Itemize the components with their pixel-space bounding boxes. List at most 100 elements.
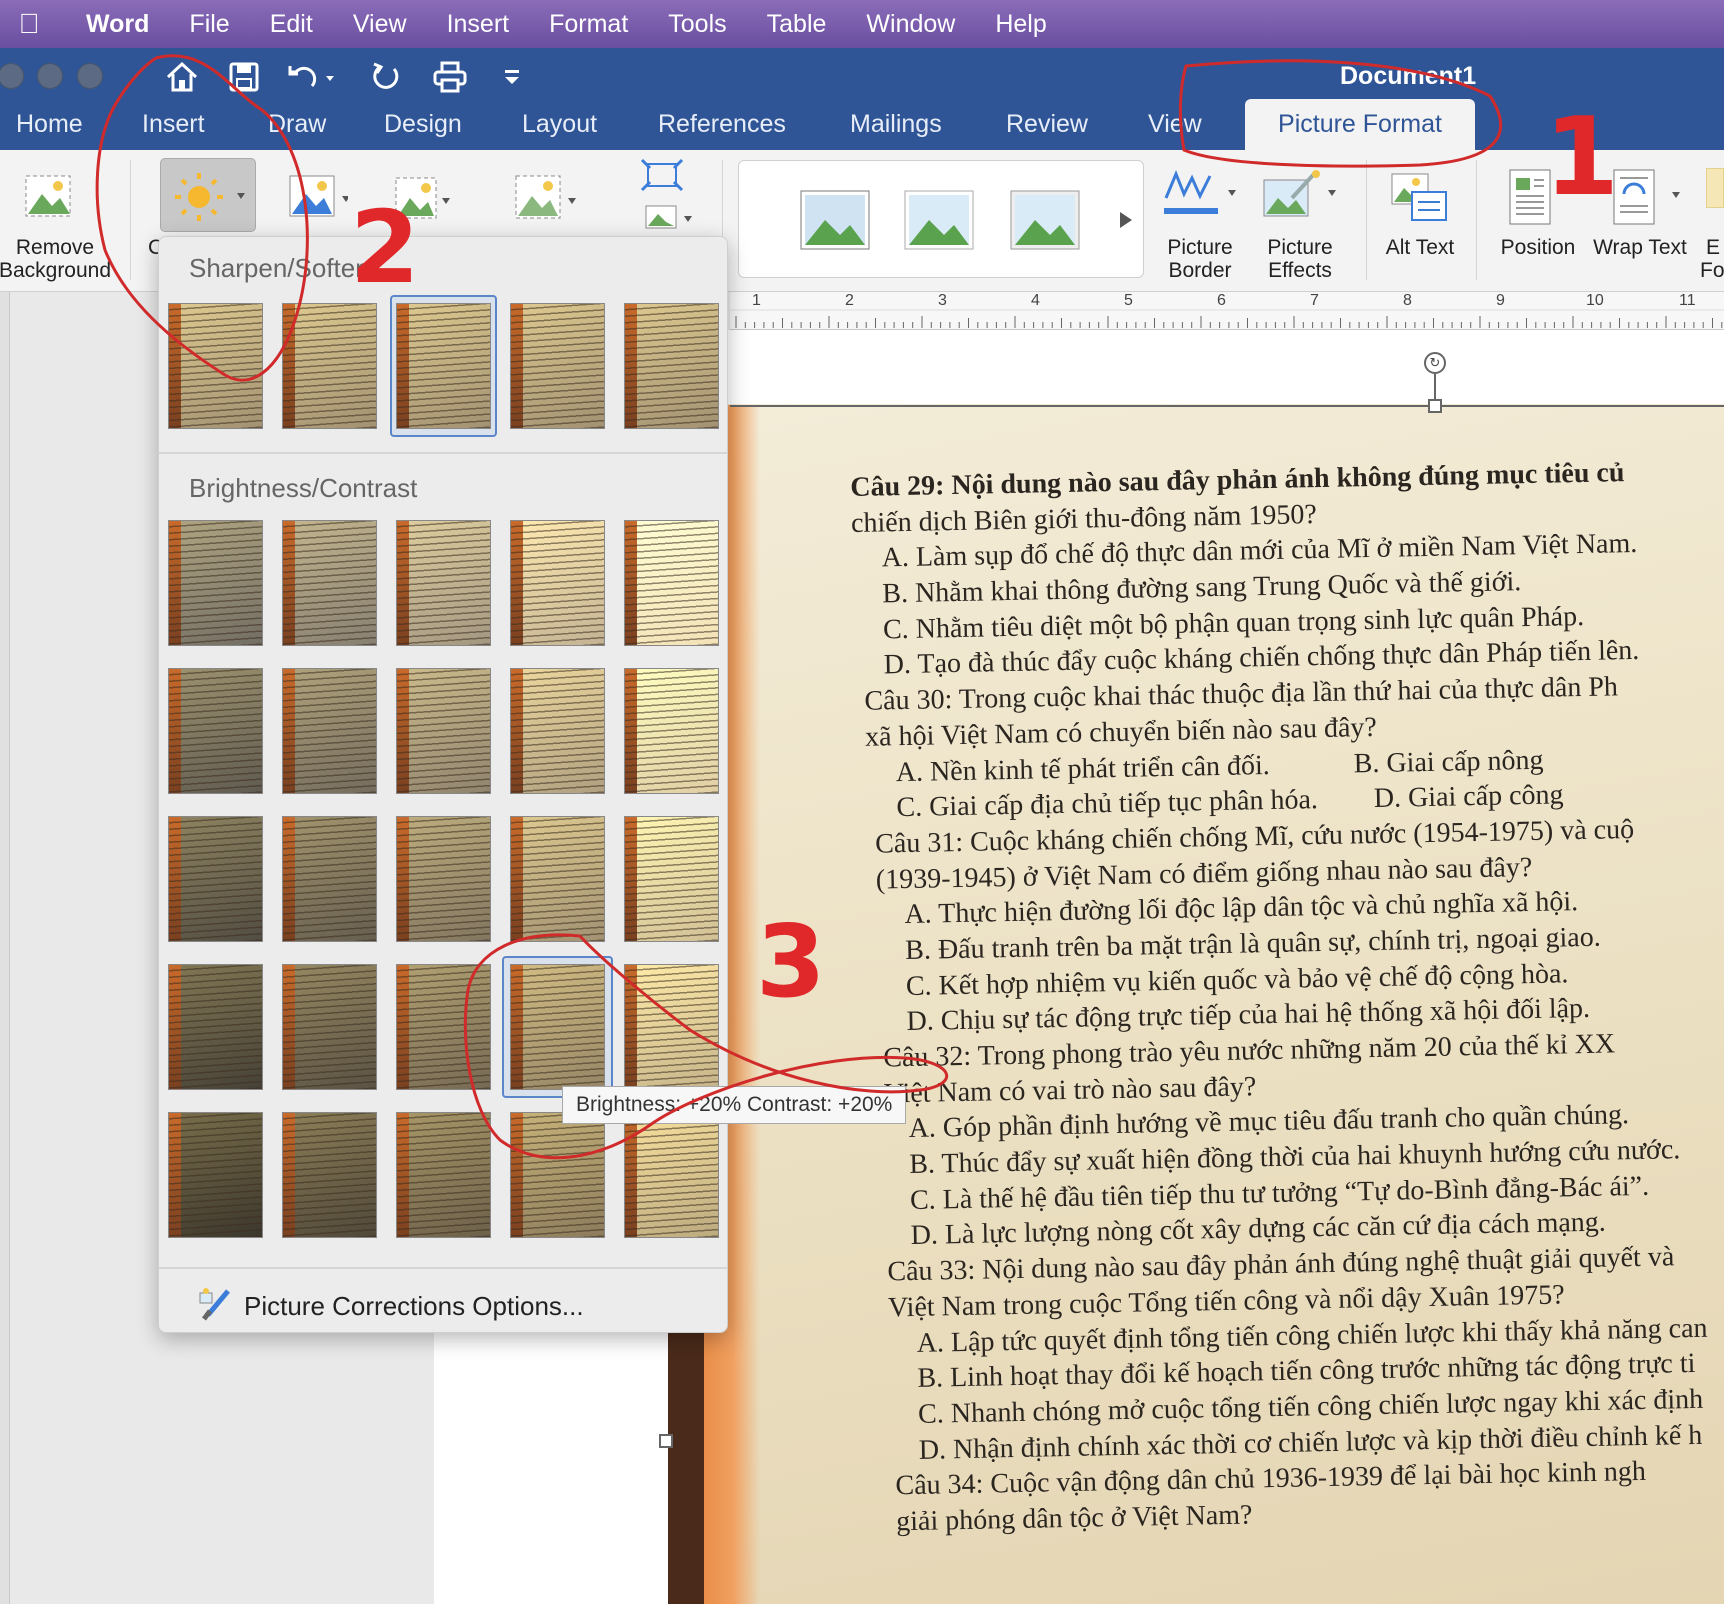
save-icon[interactable] [222,55,266,99]
preset-tooltip: Brightness: +20% Contrast: +20% [562,1086,907,1124]
menu-view[interactable]: View [333,10,427,39]
brightness-contrast-preset[interactable] [168,816,263,942]
brightness-contrast-preset[interactable] [510,1112,605,1238]
tab-mailings[interactable]: Mailings [850,110,942,139]
picture-style-1-icon[interactable] [800,190,870,250]
picture-style-3-icon[interactable] [1010,190,1080,250]
brightness-contrast-preset[interactable] [510,668,605,794]
tab-home[interactable]: Home [16,110,83,139]
customize-toolbar-icon[interactable] [490,55,534,99]
sharpen-soften-preset[interactable] [168,303,263,429]
horizontal-ruler[interactable]: 1 2 3 4 5 6 7 8 9 10 11 [730,292,1724,330]
apple-icon[interactable]:  [0,8,58,40]
tab-review[interactable]: Review [1006,110,1088,139]
bring-forward-label-partial[interactable]: E Fo [1700,236,1724,282]
photo-document-text: Câu 29: Nội dung nào sau đây phản ánh kh… [850,453,1724,1540]
brightness-contrast-preset[interactable] [510,816,605,942]
wrap-text-label[interactable]: Wrap Text [1592,236,1688,259]
brightness-contrast-preset[interactable] [396,816,491,942]
document-title: Document1 [1340,62,1477,90]
brightness-contrast-preset[interactable] [168,520,263,646]
color-icon[interactable] [288,172,350,222]
compress-pictures-icon[interactable] [640,158,692,238]
brightness-contrast-preset[interactable] [396,964,491,1090]
thumbnail-text-lines [283,817,376,941]
sharpen-soften-heading: Sharpen/Soften [189,253,370,283]
brightness-contrast-preset[interactable] [282,1112,377,1238]
brightness-contrast-preset[interactable] [624,964,719,1090]
brightness-contrast-preset[interactable] [624,1112,719,1238]
tab-insert[interactable]: Insert [142,110,205,139]
ruler-mark: 10 [1586,292,1604,309]
picture-border-icon[interactable] [1162,168,1242,218]
tab-picture-format[interactable]: Picture Format [1245,99,1475,150]
thumbnail-text-lines [283,304,376,428]
transparency-icon[interactable] [512,170,576,220]
position-label[interactable]: Position [1490,236,1586,259]
brightness-contrast-preset[interactable] [168,964,263,1090]
picture-effects-icon[interactable] [1262,168,1342,218]
ruler-mark: 8 [1403,292,1412,309]
minimize-window-button[interactable] [37,63,63,89]
brightness-contrast-preset[interactable] [396,520,491,646]
menu-window[interactable]: Window [846,10,975,39]
print-icon[interactable] [428,55,472,99]
sharpen-soften-preset[interactable] [282,303,377,429]
picture-corrections-options-button[interactable]: Picture Corrections Options... [158,1280,728,1332]
sharpen-soften-preset[interactable] [396,303,491,429]
bring-forward-label-line1: E [1706,236,1721,259]
sharpen-soften-preset[interactable] [624,303,719,429]
tab-design[interactable]: Design [384,110,462,139]
zoom-window-button[interactable] [77,63,103,89]
sharpen-soften-preset[interactable] [510,303,605,429]
picture-effects-label[interactable]: Picture Effects [1250,236,1350,282]
brightness-contrast-preset[interactable] [168,668,263,794]
remove-background-label[interactable]: Remove Background [0,236,116,282]
undo-icon[interactable] [282,55,342,99]
picture-style-2-icon[interactable] [904,190,974,250]
brightness-contrast-heading: Brightness/Contrast [189,473,418,503]
brightness-contrast-preset[interactable] [624,520,719,646]
gallery-scroll-right-icon[interactable] [1116,210,1136,230]
picture-corrections-options-label: Picture Corrections Options... [244,1290,584,1321]
brightness-contrast-preset[interactable] [396,668,491,794]
brightness-contrast-preset[interactable] [282,668,377,794]
brightness-contrast-preset[interactable] [510,520,605,646]
alt-text-icon[interactable] [1390,170,1450,221]
tab-layout[interactable]: Layout [522,110,597,139]
brightness-contrast-preset[interactable] [624,668,719,794]
thumbnail-text-lines [511,817,604,941]
thumbnail-text-lines [511,1113,604,1237]
tab-draw[interactable]: Draw [268,110,326,139]
menu-table[interactable]: Table [747,10,847,39]
brightness-contrast-preset[interactable] [510,964,605,1090]
resize-handle-left[interactable] [659,1434,673,1448]
brightness-contrast-preset[interactable] [396,1112,491,1238]
tab-view[interactable]: View [1148,110,1202,139]
ruler-mark: 9 [1496,292,1505,309]
home-icon[interactable] [160,55,204,99]
brightness-contrast-preset[interactable] [282,816,377,942]
ruler-mark: 2 [845,292,854,309]
remove-background-icon[interactable] [24,172,74,222]
redo-icon[interactable] [364,55,408,99]
corrections-button[interactable] [160,158,256,232]
brightness-contrast-preset[interactable] [168,1112,263,1238]
rotate-handle[interactable]: ↻ [1424,352,1446,374]
menu-tools[interactable]: Tools [648,10,746,39]
tab-references[interactable]: References [658,110,786,139]
brightness-contrast-preset[interactable] [282,964,377,1090]
resize-handle-top[interactable] [1428,399,1442,413]
brightness-contrast-preset[interactable] [624,816,719,942]
picture-border-label[interactable]: Picture Border [1150,236,1250,282]
menu-file[interactable]: File [169,10,249,39]
bring-forward-icon[interactable] [1706,168,1724,208]
menu-insert[interactable]: Insert [427,10,530,39]
brightness-contrast-preset[interactable] [282,520,377,646]
menu-edit[interactable]: Edit [250,10,333,39]
menu-format[interactable]: Format [529,10,648,39]
wrap-text-icon[interactable] [1612,168,1682,228]
alt-text-label[interactable]: Alt Text [1370,236,1470,259]
menu-help[interactable]: Help [975,10,1066,39]
menu-word[interactable]: Word [58,10,169,39]
